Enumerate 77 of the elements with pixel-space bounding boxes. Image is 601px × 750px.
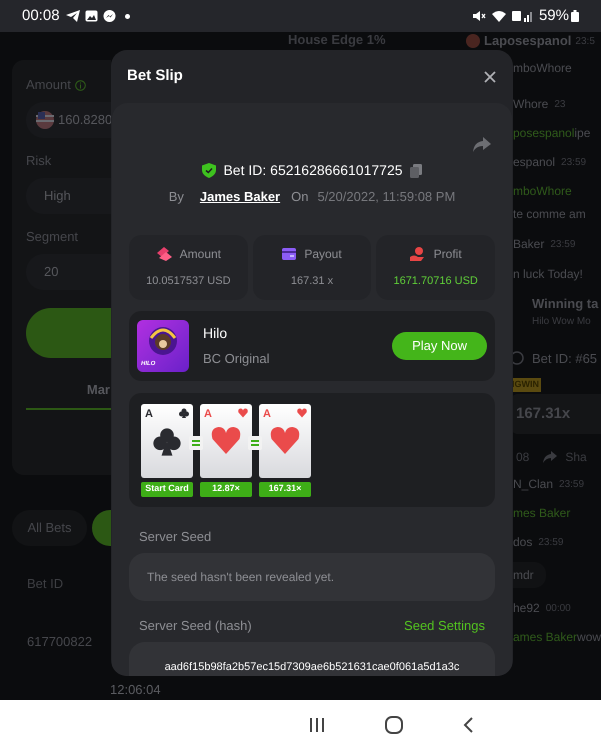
input-field[interactable]: 160.8280 xyxy=(26,102,111,138)
home-icon[interactable] xyxy=(384,716,402,734)
wifi-icon xyxy=(490,10,507,22)
mute-icon xyxy=(472,10,486,22)
field-label: Server Seed (hash) xyxy=(139,617,252,635)
dot-icon xyxy=(124,14,130,18)
message-text: n luck Today! xyxy=(513,266,583,283)
user-name: Whore xyxy=(513,96,548,113)
input-field[interactable]: High xyxy=(26,178,111,214)
equals-icon xyxy=(189,436,203,450)
card-multiplier: 167.31× xyxy=(259,482,311,496)
flag-icon xyxy=(36,111,54,129)
mention-link[interactable]: mboWhore xyxy=(513,182,572,200)
bet-id-text: Bet ID: 65216286661017725 xyxy=(223,161,403,180)
on-label: On xyxy=(291,188,308,206)
stat-value: 10.0517537 USD xyxy=(146,274,231,289)
input-field[interactable]: 20 xyxy=(26,254,111,290)
by-label: By xyxy=(168,188,184,206)
paper-plane-icon xyxy=(66,10,80,22)
money-icon xyxy=(156,246,172,261)
hash-field[interactable]: aad6f15b98fa2b57ec15d7309ae6b521631cae0f061a5d1a3c xyxy=(129,642,495,676)
close-icon[interactable] xyxy=(483,70,497,84)
chat-bubble-icon xyxy=(102,10,116,22)
image-icon xyxy=(84,10,98,22)
person-icon xyxy=(410,246,426,261)
field-label: Server Seed xyxy=(138,528,212,546)
card-title: Winning ta xyxy=(532,295,600,313)
user-name: mboWhore xyxy=(513,60,572,77)
user-name: espanol xyxy=(513,154,556,171)
stat-label: Payout xyxy=(304,246,342,263)
user-name: he92 xyxy=(513,600,540,617)
user-name: dos xyxy=(513,534,532,551)
table-cell-text: 617700822 xyxy=(26,632,94,650)
user-name: Baker xyxy=(513,236,544,253)
stat-label: Amount xyxy=(180,246,221,263)
stat-value: 167.31 x xyxy=(290,274,334,289)
date-text: 5/20/2022, 11:59:08 PM xyxy=(317,188,456,206)
recent-apps-icon[interactable] xyxy=(308,717,324,733)
monkey-icon xyxy=(148,326,178,356)
bet-id-text: Bet ID: #65 xyxy=(532,350,598,368)
battery-icon xyxy=(571,10,579,22)
seed-settings-link[interactable]: Seed Settings xyxy=(404,616,485,636)
mention-link[interactable]: posespanol xyxy=(513,124,574,142)
table-cell-text: 12:06:04 xyxy=(110,680,162,698)
game-provider: BC Original xyxy=(203,350,270,368)
equals-icon xyxy=(248,436,262,450)
share-icon xyxy=(543,451,558,463)
card-rank: A xyxy=(263,406,271,422)
user-name: Laposespanol xyxy=(484,32,572,50)
game-name: Hilo xyxy=(203,324,228,343)
seed-field[interactable]: The seed hasn't been revealed yet. xyxy=(129,553,495,601)
signal-icon xyxy=(512,10,534,22)
mention-link[interactable]: ames Baker xyxy=(513,628,578,646)
user-name: N_Clan xyxy=(513,476,554,493)
message-text: ipe xyxy=(574,125,590,142)
battery-text: 59% xyxy=(538,6,569,26)
stat-label: Profit xyxy=(434,246,462,263)
card-rank: A xyxy=(204,406,212,422)
card-multiplier: Start Card xyxy=(141,482,193,496)
clock-text: 00:08 xyxy=(22,6,60,26)
modal-title: Bet Slip xyxy=(127,66,183,86)
info-icon xyxy=(74,80,86,90)
wallet-icon xyxy=(282,248,296,260)
user-link[interactable]: James Baker xyxy=(200,187,280,206)
mention-link[interactable]: mes Baker xyxy=(513,504,570,522)
message-text: te comme am xyxy=(513,206,586,223)
avatar-icon xyxy=(466,34,480,48)
tab[interactable]: Mar xyxy=(26,380,111,400)
stat-value: 1671.70716 USD xyxy=(393,274,478,289)
copy-icon[interactable] xyxy=(410,164,422,178)
card-rank: A xyxy=(145,406,153,422)
back-icon[interactable] xyxy=(462,717,472,733)
message-text: mdr xyxy=(513,562,546,588)
shield-check-icon xyxy=(202,163,216,178)
play-now-button[interactable]: Play Now xyxy=(392,332,487,360)
card-multiplier: 12.87× xyxy=(200,482,252,496)
message-text: wow xyxy=(577,629,601,646)
